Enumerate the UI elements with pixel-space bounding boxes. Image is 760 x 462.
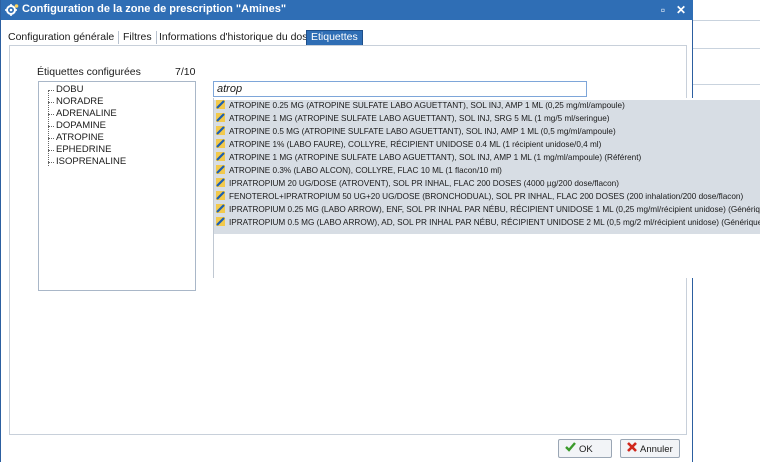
tree-item-dobu[interactable]: DOBU [56,85,83,95]
tree-connector [48,114,54,115]
medication-icon [216,113,225,122]
labels-tree[interactable]: DOBU NORADRE ADRENALINE DOPAMINE ATROPIN… [38,81,196,291]
medication-icon [216,100,225,109]
suggestion-item[interactable]: IPRATROPIUM 20 UG/DOSE (ATROVENT), SOL P… [216,178,760,190]
suggestion-item[interactable]: ATROPINE 1 MG (ATROPINE SULFATE LABO AGU… [216,113,760,125]
suggestion-item[interactable]: FENOTEROL+IPRATROPIUM 50 UG+20 UG/DOSE (… [216,191,760,203]
tab-configuration-generale[interactable]: Configuration générale [4,31,120,44]
tab-filtres[interactable]: Filtres [119,31,157,44]
ok-label: OK [579,444,593,455]
bg-divider [683,20,760,21]
suggestion-item[interactable]: ATROPINE 0.25 MG (ATROPINE SULFATE LABO … [216,100,760,112]
search-input[interactable] [213,81,587,97]
medication-icon [216,139,225,148]
settings-gear-icon [5,4,19,16]
cancel-label: Annuler [640,444,673,455]
tree-item-atropine[interactable]: ATROPINE [56,133,104,143]
tree-item-dopamine[interactable]: DOPAMINE [56,121,106,131]
red-x-icon [627,440,637,459]
configured-labels-heading: Étiquettes configurées [37,66,141,78]
config-dialog: Configuration de la zone de prescription… [0,0,760,462]
close-button[interactable]: ✕ [673,2,689,18]
tree-item-adrenaline[interactable]: ADRENALINE [56,109,117,119]
suggestion-list: ATROPINE 0.25 MG (ATROPINE SULFATE LABO … [214,100,760,234]
restore-button[interactable]: ▫ [655,2,671,18]
medication-icon [216,126,225,135]
tree-item-ephedrine[interactable]: EPHEDRINE [56,145,111,155]
tab-etiquettes[interactable]: Etiquettes [306,30,363,46]
tree-item-isoprenaline[interactable]: ISOPRENALINE [56,157,126,167]
tree-connector [48,102,54,103]
tree-connector [48,162,54,163]
medication-icon [216,152,225,161]
bg-divider [683,48,760,49]
configured-labels-count: 7/10 [175,66,196,78]
tree-connector [48,138,54,139]
tab-informations-historique[interactable]: Informations d'historique du dossier [155,31,330,44]
suggestion-item[interactable]: ATROPINE 0.3% (LABO ALCON), COLLYRE, FLA… [216,165,760,177]
suggestion-item[interactable]: ATROPINE 1 MG (ATROPINE SULFATE LABO AGU… [216,152,760,164]
suggestion-dropdown: ATROPINE 0.25 MG (ATROPINE SULFATE LABO … [213,98,760,278]
suggestion-item[interactable]: ATROPINE 0.5 MG (ATROPINE SULFATE LABO A… [216,126,760,138]
ok-button[interactable]: OK [558,439,612,458]
suggestion-item[interactable]: ATROPINE 1% (LABO FAURE), COLLYRE, RÉCIP… [216,139,760,151]
tree-connector [48,126,54,127]
medication-icon [216,165,225,174]
medication-icon [216,178,225,187]
suggestion-item[interactable]: IPRATROPIUM 0.25 MG (LABO ARROW), ENF, S… [216,204,760,216]
tree-connector [48,150,54,151]
medication-icon [216,217,225,226]
cancel-button[interactable]: Annuler [620,439,680,458]
tree-item-noradre[interactable]: NORADRE [56,97,104,107]
title-bar[interactable]: Configuration de la zone de prescription… [1,0,693,20]
tree-connector [48,90,54,91]
suggestion-item[interactable]: IPRATROPIUM 0.5 MG (LABO ARROW), AD, SOL… [216,217,760,229]
medication-icon [216,191,225,200]
checkmark-icon [565,440,576,459]
bg-divider [683,84,760,85]
medication-icon [216,204,225,213]
window-title: Configuration de la zone de prescription… [22,3,287,15]
